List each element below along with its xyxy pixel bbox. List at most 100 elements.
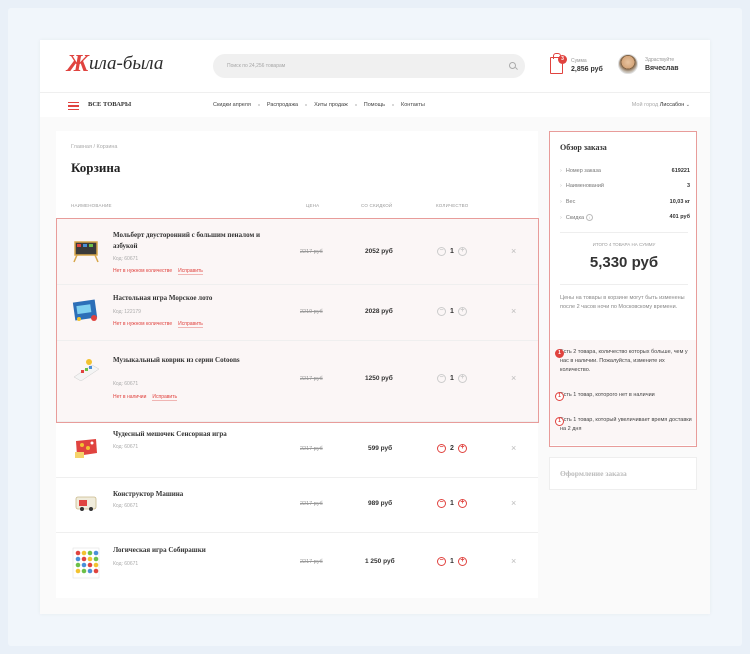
order-summary: Обзор заказа Номер заказа 619221 Наименов… (549, 131, 697, 447)
nav-separator (392, 104, 395, 106)
table-row: Конструктор Машина Код: 60671 2217 руб 9… (56, 478, 538, 533)
checkout-button[interactable]: Оформление заказа → (549, 457, 697, 490)
table-row: Логическая игра Собирашки Код: 60671 221… (56, 533, 538, 598)
site-logo[interactable]: Жила-была (67, 49, 163, 79)
nav-separator (305, 104, 308, 106)
discount-price: 599 руб (368, 445, 393, 452)
site-header: Жила-была 3 Сумма 2,856 руб Здраствуйте … (40, 40, 710, 92)
warning-text: Есть 1 товар, которого нет в наличии (560, 392, 655, 398)
price-notice: Цены на товары в корзине могут быть изме… (560, 295, 685, 310)
user-name: Вячеслав (645, 65, 679, 72)
quantity-value: 1 (450, 500, 454, 507)
nav-link-contacts[interactable]: Контакты (401, 102, 425, 108)
warning-number-badge: 1 (555, 417, 564, 426)
column-header-price: ЦЕНА (306, 203, 320, 208)
summary-value: 10,03 кг (669, 199, 690, 205)
breadcrumb-home[interactable]: Главная (71, 144, 92, 150)
summary-value: 619221 (671, 168, 690, 174)
warning-number-badge: 1 (555, 392, 564, 401)
search-input[interactable] (227, 54, 497, 78)
warning-number-badge: 1 (555, 349, 564, 358)
discount-price: 989 руб (368, 500, 393, 507)
remove-icon[interactable]: × (511, 443, 516, 453)
city-value: Лиссабон (659, 102, 685, 108)
summary-label: Наименований (560, 183, 604, 189)
quantity-stepper: −1 + (437, 499, 467, 508)
product-name[interactable]: Логическая игра Собирашки (113, 545, 263, 556)
remove-icon[interactable]: × (511, 498, 516, 508)
info-icon[interactable]: i (586, 214, 594, 221)
total-value: 5,330 руб (589, 254, 659, 271)
breadcrumb: Главная / Корзина (71, 144, 118, 150)
product-code: Код: 60671 (113, 444, 139, 450)
breadcrumb-current: Корзина (96, 144, 118, 150)
total-label: ИТОГО 4 ТОВАРА НА СУММУ (592, 242, 656, 247)
increase-button[interactable]: + (457, 444, 467, 453)
city-label: Мой город (631, 102, 659, 108)
product-code: Код: 60671 (113, 503, 139, 509)
quantity-value: 1 (450, 558, 454, 565)
product-image-logic-game[interactable] (72, 547, 100, 579)
nav-link-help[interactable]: Помощь (364, 102, 385, 108)
old-price: 2217 руб (300, 501, 323, 507)
page-title: Корзина (71, 160, 121, 175)
cart-sum-value: 2,856 руб (571, 66, 603, 73)
summary-row-items: Наименований 3 (560, 183, 690, 189)
quantity-value: 2 (450, 445, 454, 452)
logo-text: ила-была (89, 53, 164, 74)
divider (560, 284, 688, 285)
product-image-sensory-bag[interactable] (72, 435, 100, 459)
warning-item: 1 Есть 1 товар, который увеличивает время… (555, 416, 692, 434)
warning-text: Есть 2 товара, количество которых больше… (560, 349, 688, 373)
summary-value: 401 руб (669, 214, 690, 220)
summary-value: 3 (686, 183, 690, 189)
summary-label: Скидка (560, 215, 584, 221)
all-goods-link[interactable]: ВСЕ ТОВАРЫ (88, 101, 131, 108)
old-price: 2217 руб (300, 446, 323, 452)
nav-separator (354, 104, 357, 106)
column-header-qty: КОЛИЧЕСТВО (436, 203, 469, 208)
remove-icon[interactable]: × (511, 556, 516, 566)
decrease-button[interactable]: − (437, 499, 446, 508)
quantity-stepper: −1 + (437, 557, 467, 566)
nav-link-discounts[interactable]: Скидки апреля (213, 102, 251, 108)
product-image-car-constructor[interactable] (72, 491, 100, 515)
order-summary-title: Обзор заказа (560, 143, 607, 152)
increase-button[interactable]: + (457, 557, 467, 566)
table-row: Чудесный мешочек Сенсорная игра Код: 606… (56, 423, 538, 478)
product-name[interactable]: Чудесный мешочек Сенсорная игра (113, 429, 263, 440)
user-greeting: Здраствуйте (645, 57, 675, 63)
product-code: Код: 60671 (113, 561, 139, 567)
search-icon[interactable] (509, 62, 516, 69)
arrow-right-icon: → (560, 467, 570, 478)
warning-item: 1 Есть 1 товар, которого нет в наличии (555, 391, 692, 401)
quantity-stepper: −2 + (437, 444, 467, 453)
chevron-down-icon: ⌄ (685, 102, 690, 108)
city-selector[interactable]: Мой город Лиссабон ⌄ (632, 102, 690, 108)
increase-button[interactable]: + (457, 499, 467, 508)
decrease-button[interactable]: − (437, 444, 446, 453)
column-header-name: НАИМЕНОВАНИЕ (71, 203, 112, 208)
cart-page: Жила-была 3 Сумма 2,856 руб Здраствуйте … (40, 40, 710, 614)
decrease-button[interactable]: − (437, 557, 446, 566)
logo-initial: Ж (67, 50, 90, 77)
cart-sum-label: Сумма (571, 58, 587, 64)
summary-row-weight: Вес 10,03 кг (560, 199, 690, 205)
menu-icon[interactable] (68, 102, 79, 110)
nav-links: Скидки апреля Распродажа Хиты продаж Пом… (213, 102, 425, 108)
summary-label: Номер заказа (560, 168, 601, 174)
column-header-discount: СО СКИДКОЙ (361, 203, 393, 208)
user-menu[interactable]: Здраствуйте Вячеслав (618, 53, 708, 79)
nav-link-hits[interactable]: Хиты продаж (314, 102, 348, 108)
cart-widget[interactable]: 3 Сумма 2,856 руб (549, 53, 621, 78)
warnings-panel: 1 Есть 2 товара, количество которых больш… (550, 340, 696, 445)
cart-count-badge: 3 (558, 55, 567, 64)
summary-row-order-number: Номер заказа 619221 (560, 168, 690, 174)
warning-item: 1 Есть 2 товара, количество которых больш… (555, 348, 692, 375)
nav-link-sale[interactable]: Распродажа (267, 102, 298, 108)
discount-price: 1 250 руб (365, 558, 395, 565)
main-nav: ВСЕ ТОВАРЫ Скидки апреля Распродажа Хиты… (40, 92, 710, 117)
summary-row-discount: Скидкаi 401 руб (560, 214, 690, 221)
product-name[interactable]: Конструктор Машина (113, 489, 263, 500)
summary-label: Вес (560, 199, 575, 205)
